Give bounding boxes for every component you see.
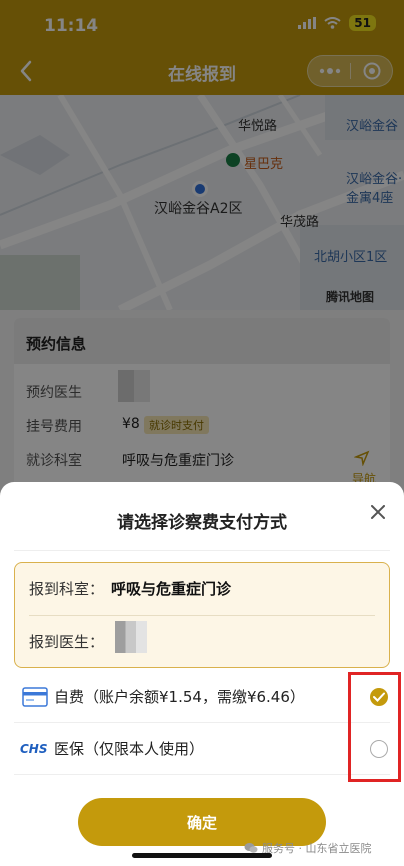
option-divider-2 (14, 774, 390, 775)
report-summary-box: 报到科室： 呼吸与危重症门诊 报到医生： (14, 562, 390, 668)
option-divider (14, 722, 390, 723)
option-insurance[interactable]: CHS 医保（仅限本人使用） (14, 724, 390, 774)
close-icon (371, 505, 385, 519)
card-icon (22, 687, 48, 707)
sheet-divider (14, 550, 390, 551)
confirm-button[interactable]: 确定 (78, 798, 326, 846)
report-doctor-label: 报到医生： (29, 633, 105, 651)
highlight-box (348, 672, 401, 782)
option-self-pay-label: 自费（账户余额¥1.54，需缴¥6.46） (54, 688, 305, 706)
option-insurance-label: 医保（仅限本人使用） (54, 740, 205, 758)
watermark-text: 服务号 · 山东省立医院 (262, 842, 372, 855)
home-indicator (132, 853, 272, 858)
summary-divider (29, 615, 375, 616)
chs-logo-icon: CHS (20, 742, 48, 756)
option-self-pay[interactable]: 自费（账户余额¥1.54，需缴¥6.46） (14, 672, 390, 722)
report-dept-value: 呼吸与危重症门诊 (111, 580, 232, 598)
report-dept-label: 报到科室： (29, 580, 105, 598)
svg-text:CHS: CHS (20, 742, 48, 756)
close-button[interactable] (364, 498, 392, 526)
doctor-name-redacted (115, 621, 147, 653)
sheet-title: 请选择诊察费支付方式 (117, 513, 287, 533)
